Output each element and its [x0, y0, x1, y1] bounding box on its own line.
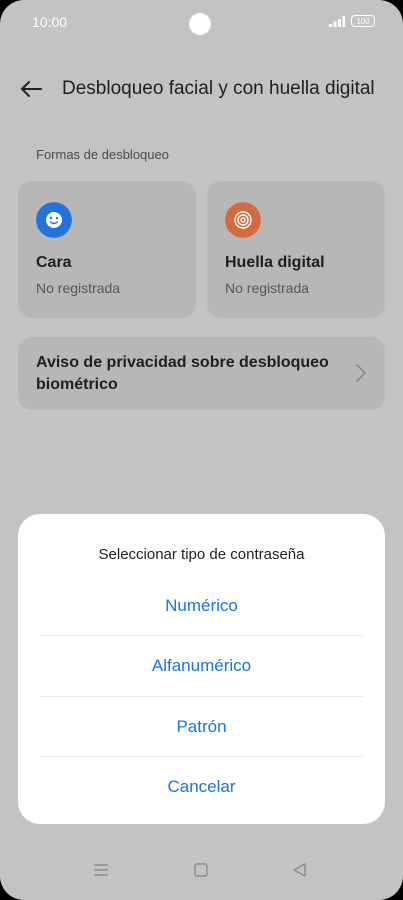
back-triangle-icon[interactable] — [290, 860, 310, 880]
face-unlock-card[interactable]: Cara No registrada — [18, 181, 196, 318]
app-header: Desbloqueo facial y con huella digital — [0, 72, 403, 106]
chevron-right-icon — [356, 364, 366, 382]
navigation-bar — [0, 860, 403, 890]
option-numeric[interactable]: Numérico — [40, 576, 363, 636]
card-title: Cara — [36, 254, 72, 271]
status-bar: 10:00 100 — [0, 0, 403, 46]
page-title: Desbloqueo facial y con huella digital — [62, 78, 375, 99]
home-icon[interactable] — [191, 860, 211, 880]
menu-icon[interactable] — [91, 860, 111, 880]
privacy-notice-label: Aviso de privacidad sobre desbloqueo bio… — [36, 354, 329, 393]
fingerprint-unlock-card[interactable]: Huella digital No registrada — [207, 181, 385, 318]
battery-icon: 100 — [351, 15, 375, 27]
status-time: 10:00 — [32, 14, 68, 30]
section-label: Formas de desbloqueo — [36, 147, 169, 162]
card-subtitle: No registrada — [225, 280, 310, 296]
password-type-sheet: Seleccionar tipo de contraseña Numérico … — [18, 514, 385, 824]
card-subtitle: No registrada — [36, 280, 121, 296]
back-arrow-icon[interactable] — [20, 78, 42, 100]
phone-screen: 10:00 100 Desbloqueo facial y con huella… — [0, 0, 403, 900]
face-icon — [36, 202, 72, 238]
signal-icon — [329, 16, 345, 27]
privacy-notice-item[interactable]: Aviso de privacidad sobre desbloqueo bio… — [18, 337, 385, 410]
cancel-button[interactable]: Cancelar — [40, 757, 363, 817]
option-pattern[interactable]: Patrón — [40, 697, 363, 757]
option-alphanumeric[interactable]: Alfanumérico — [40, 636, 363, 696]
fingerprint-icon — [225, 202, 261, 238]
card-title: Huella digital — [225, 254, 325, 271]
front-camera — [189, 13, 211, 35]
sheet-title: Seleccionar tipo de contraseña — [98, 546, 305, 563]
